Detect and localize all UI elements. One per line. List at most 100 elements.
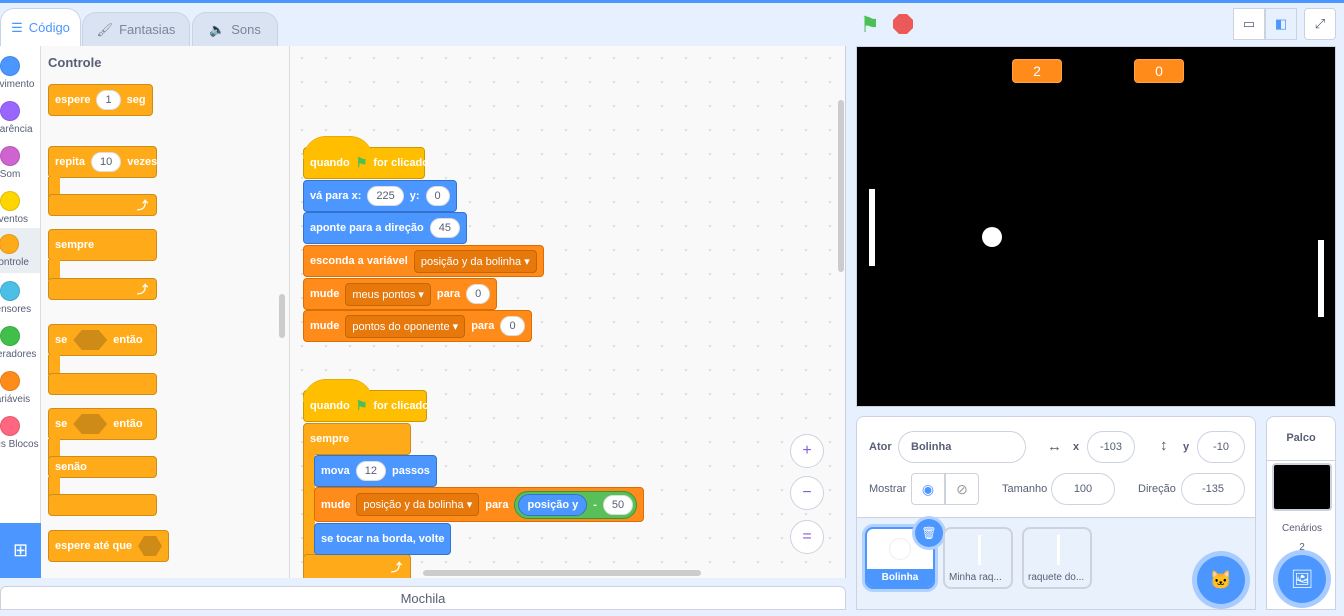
hide-sprite-button[interactable]: ⊘ <box>945 473 979 505</box>
forever-bottom: ⤴ <box>303 554 411 578</box>
zoom-in-icon: + <box>802 442 812 459</box>
normal-stage-button[interactable]: ◧ <box>1265 8 1297 40</box>
ball-thumbnail <box>889 538 911 560</box>
if-else-bottom <box>48 494 157 516</box>
block-if[interactable]: se então <box>48 324 157 356</box>
category-events[interactable]: Eventos <box>0 185 40 230</box>
opponent-paddle <box>1318 240 1324 317</box>
block-wait-until[interactable]: espere até que <box>48 530 169 562</box>
stage-panel[interactable]: Palco Cenários 2 🖼 <box>1266 416 1336 610</box>
block-repeat[interactable]: repita 10 vezes <box>48 146 157 178</box>
vertical-arrows-icon: ↕ <box>1160 437 1168 454</box>
add-sprite-button[interactable]: 🐱 <box>1197 556 1245 604</box>
y-input[interactable]: -10 <box>1197 431 1245 463</box>
tab-costumes[interactable]: 🖌 Fantasias <box>82 12 190 46</box>
image-plus-icon: 🖼 <box>1290 568 1314 589</box>
horizontal-scrollbar[interactable] <box>423 570 701 576</box>
fullscreen-button[interactable]: ⤢ <box>1304 8 1336 40</box>
zoom-reset-button[interactable]: = <box>790 520 824 554</box>
subtract-operator[interactable]: posição y -50 <box>514 490 638 519</box>
trash-icon: 🗑 <box>921 526 937 540</box>
small-stage-button[interactable]: ▭ <box>1233 8 1265 40</box>
stage-canvas[interactable]: 2 0 <box>856 46 1336 407</box>
category-operators[interactable]: Operadores <box>0 320 40 365</box>
y-position-reporter: posição y <box>518 493 588 516</box>
block-point-direction[interactable]: aponte para a direção 45 <box>303 212 467 244</box>
block-go-to-xy[interactable]: vá para x: 225 y: 0 <box>303 180 457 212</box>
stage-thumbnail[interactable] <box>1272 463 1332 511</box>
eye-slash-icon: ⊘ <box>956 480 968 497</box>
green-flag-button[interactable]: ⚑ <box>860 12 880 38</box>
script-area[interactable]: quando ⚑ for clicado vá para x: 225 y: 0 apon… <box>290 46 846 578</box>
ball <box>982 227 1002 247</box>
category-motion[interactable]: Movimento <box>0 50 40 95</box>
x-input[interactable]: -103 <box>1087 431 1135 463</box>
top-bar <box>0 0 1344 3</box>
category-my-blocks[interactable]: Meus Blocos <box>0 410 40 455</box>
zoom-reset-icon: = <box>802 528 812 545</box>
small-stage-icon: ▭ <box>1242 16 1256 31</box>
backpack-bar[interactable]: Mochila <box>0 586 846 610</box>
score-monitor: 2 <box>1012 59 1062 83</box>
direction-input[interactable]: -135 <box>1181 473 1245 505</box>
add-backdrop-button[interactable]: 🖼 <box>1278 555 1326 603</box>
add-extension-button[interactable]: ⊞ <box>0 523 41 578</box>
block-forever[interactable]: sempre <box>303 423 411 455</box>
zoom-out-button[interactable]: − <box>790 476 824 510</box>
else-bar: senão <box>48 456 157 478</box>
score-monitor: 0 <box>1134 59 1184 83</box>
size-input[interactable]: 100 <box>1051 473 1115 505</box>
block-wait[interactable]: espere 1 seg <box>48 84 153 116</box>
palette-scrollbar[interactable] <box>279 294 285 338</box>
loop-arrow-icon: ⤴ <box>137 284 148 296</box>
sprite-thumbnail[interactable]: Minha raq... <box>943 527 1013 589</box>
zoom-out-icon: − <box>802 484 812 501</box>
category-looks[interactable]: Aparência <box>0 95 40 140</box>
code-icon: ☰ <box>11 19 23 35</box>
show-sprite-button[interactable]: ◉ <box>911 473 945 505</box>
sprite-thumbnail[interactable]: raquete do... <box>1022 527 1092 589</box>
block-hide-variable[interactable]: esconda a variável posição y da bolinha <box>303 245 544 277</box>
category-menu: Movimento Aparência Som Eventos Controle… <box>0 46 41 578</box>
normal-stage-icon: ◧ <box>1274 16 1288 31</box>
extension-icon: ⊞ <box>12 540 29 560</box>
block-when-flag-clicked[interactable]: quando ⚑ for clicado <box>303 379 429 422</box>
stage-panel-title: Palco <box>1267 417 1335 461</box>
block-bounce-on-edge[interactable]: se tocar na borda, volte <box>314 523 452 555</box>
eye-icon: ◉ <box>921 480 935 497</box>
block-set-variable[interactable]: mudeposição y da bolinhapara posição y-5… <box>314 487 645 522</box>
if-bottom <box>48 373 157 395</box>
category-sound[interactable]: Som <box>0 140 40 185</box>
green-flag-icon: ⚑ <box>355 398 368 413</box>
fullscreen-icon: ⤢ <box>1314 16 1326 31</box>
block-when-flag-clicked[interactable]: quando ⚑ for clicado <box>303 136 429 179</box>
loop-arrow-icon: ⤴ <box>137 200 148 212</box>
green-flag-icon: ⚑ <box>355 155 368 170</box>
category-sensing[interactable]: Sensores <box>0 275 40 320</box>
zoom-in-button[interactable]: + <box>790 434 824 468</box>
category-variables[interactable]: Variáveis <box>0 365 40 410</box>
tab-code[interactable]: ☰ Código <box>0 8 81 46</box>
category-control[interactable]: Controle <box>0 228 40 273</box>
sprite-info-panel: Ator Bolinha ↔ x -103 ↕ y -10 Mostrar ◉ … <box>856 416 1256 610</box>
forever-bottom: ⤴ <box>48 278 157 300</box>
sprite-name-input[interactable]: Bolinha <box>898 431 1026 463</box>
stop-button[interactable] <box>893 14 913 34</box>
delete-sprite-button[interactable]: 🗑 <box>915 519 943 547</box>
block-set-variable[interactable]: mudemeus pontospara0 <box>303 278 498 310</box>
horizontal-arrows-icon: ↔ <box>1047 438 1062 455</box>
block-if-else[interactable]: se então <box>48 408 157 440</box>
block-palette: Controle espere 1 seg repita 10 vezes ⤴ semp… <box>41 46 290 578</box>
loop-arrow-icon: ⤴ <box>391 562 402 574</box>
block-forever[interactable]: sempre <box>48 229 157 261</box>
brush-icon: 🖌 <box>96 21 114 37</box>
speaker-icon: 🔈 <box>209 21 226 37</box>
player-paddle <box>869 189 875 266</box>
vertical-scrollbar[interactable] <box>838 100 844 272</box>
block-set-variable[interactable]: mudepontos do oponentepara0 <box>303 310 532 342</box>
tab-sounds[interactable]: 🔈 Sons <box>192 12 278 46</box>
cat-plus-icon: 🐱 <box>1209 569 1233 590</box>
block-move-steps[interactable]: mova 12 passos <box>314 455 437 487</box>
palette-heading: Controle <box>48 55 102 70</box>
repeat-bottom: ⤴ <box>48 194 157 216</box>
